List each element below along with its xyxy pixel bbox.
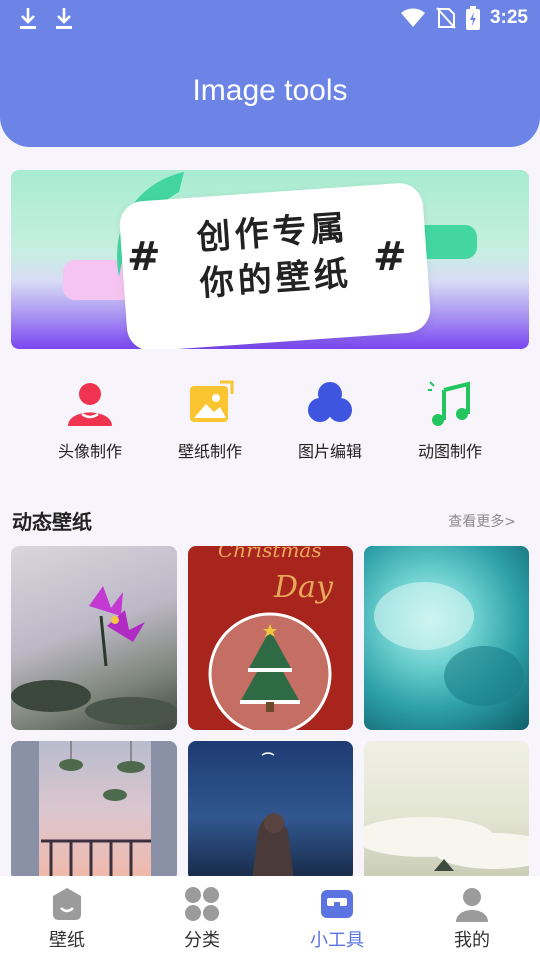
- tool-gif[interactable]: 动图制作: [390, 380, 510, 462]
- battery-icon: [465, 6, 480, 30]
- status-bar: 3:25: [0, 0, 540, 36]
- teal-smoke-image: [374, 582, 524, 706]
- header: 3:25 Image tools: [0, 0, 540, 147]
- tool-avatar[interactable]: 头像制作: [30, 380, 150, 462]
- see-more-link[interactable]: 查看更多>: [448, 511, 516, 531]
- wallpaper-thumb-teal[interactable]: [364, 546, 529, 730]
- promo-banner[interactable]: 创作专属 你的壁纸 # #: [11, 170, 529, 349]
- bottom-nav: 壁纸 分类 小工具 我的: [0, 876, 540, 960]
- tool-label: 头像制作: [57, 442, 122, 461]
- music-note-icon: [428, 381, 470, 426]
- category-icon: [185, 887, 219, 921]
- toolbox-icon: [321, 890, 353, 918]
- tool-label: 壁纸制作: [177, 442, 242, 461]
- wallpaper-thumb-christmas[interactable]: Christmas Day: [188, 546, 353, 730]
- wallpaper-icon: [53, 888, 81, 920]
- wallpaper-thumb-night[interactable]: [188, 741, 353, 881]
- no-sim-icon: [436, 7, 456, 29]
- hash-left: #: [127, 234, 161, 280]
- tool-label: 动图制作: [417, 442, 482, 461]
- wifi-icon: [400, 8, 425, 27]
- nav-label: 我的: [454, 930, 490, 951]
- wallpaper-thumb-lotus[interactable]: [11, 546, 177, 730]
- profile-icon: [456, 888, 488, 922]
- tool-image-edit[interactable]: 图片编辑: [270, 380, 390, 462]
- tools-row: 头像制作 壁纸制作 图片编辑 动图制作: [0, 380, 540, 470]
- christmas-text-line-2: Day: [274, 570, 333, 605]
- edit-circles-icon: [308, 382, 352, 422]
- download-icon: [20, 8, 36, 29]
- night-girl-image: [252, 752, 294, 881]
- nav-item-tools[interactable]: 小工具: [287, 886, 387, 952]
- nav-item-profile[interactable]: 我的: [422, 886, 522, 952]
- section-title: 动态壁纸: [12, 510, 92, 534]
- lotus-image: [11, 586, 177, 725]
- page-title: Image tools: [192, 74, 348, 107]
- snow-globe-image: [208, 612, 332, 730]
- nav-item-wallpaper[interactable]: 壁纸: [17, 886, 117, 952]
- window-image: [11, 741, 177, 881]
- nav-label: 分类: [184, 930, 220, 951]
- nav-label: 小工具: [310, 930, 364, 951]
- status-time: 3:25: [489, 7, 528, 28]
- image-frame-icon: [190, 380, 234, 422]
- hash-right: #: [373, 234, 407, 280]
- tool-label: 图片编辑: [297, 442, 362, 461]
- avatar-icon: [68, 383, 112, 426]
- clouds-image: [364, 817, 529, 871]
- nav-item-category[interactable]: 分类: [152, 886, 252, 952]
- wallpaper-thumb-clouds[interactable]: [364, 741, 529, 881]
- nav-label: 壁纸: [49, 930, 85, 951]
- wallpaper-thumb-window[interactable]: [11, 741, 177, 881]
- christmas-text-line-1: Christmas: [218, 546, 322, 562]
- download-icon: [56, 8, 72, 29]
- tool-wallpaper[interactable]: 壁纸制作: [150, 380, 270, 462]
